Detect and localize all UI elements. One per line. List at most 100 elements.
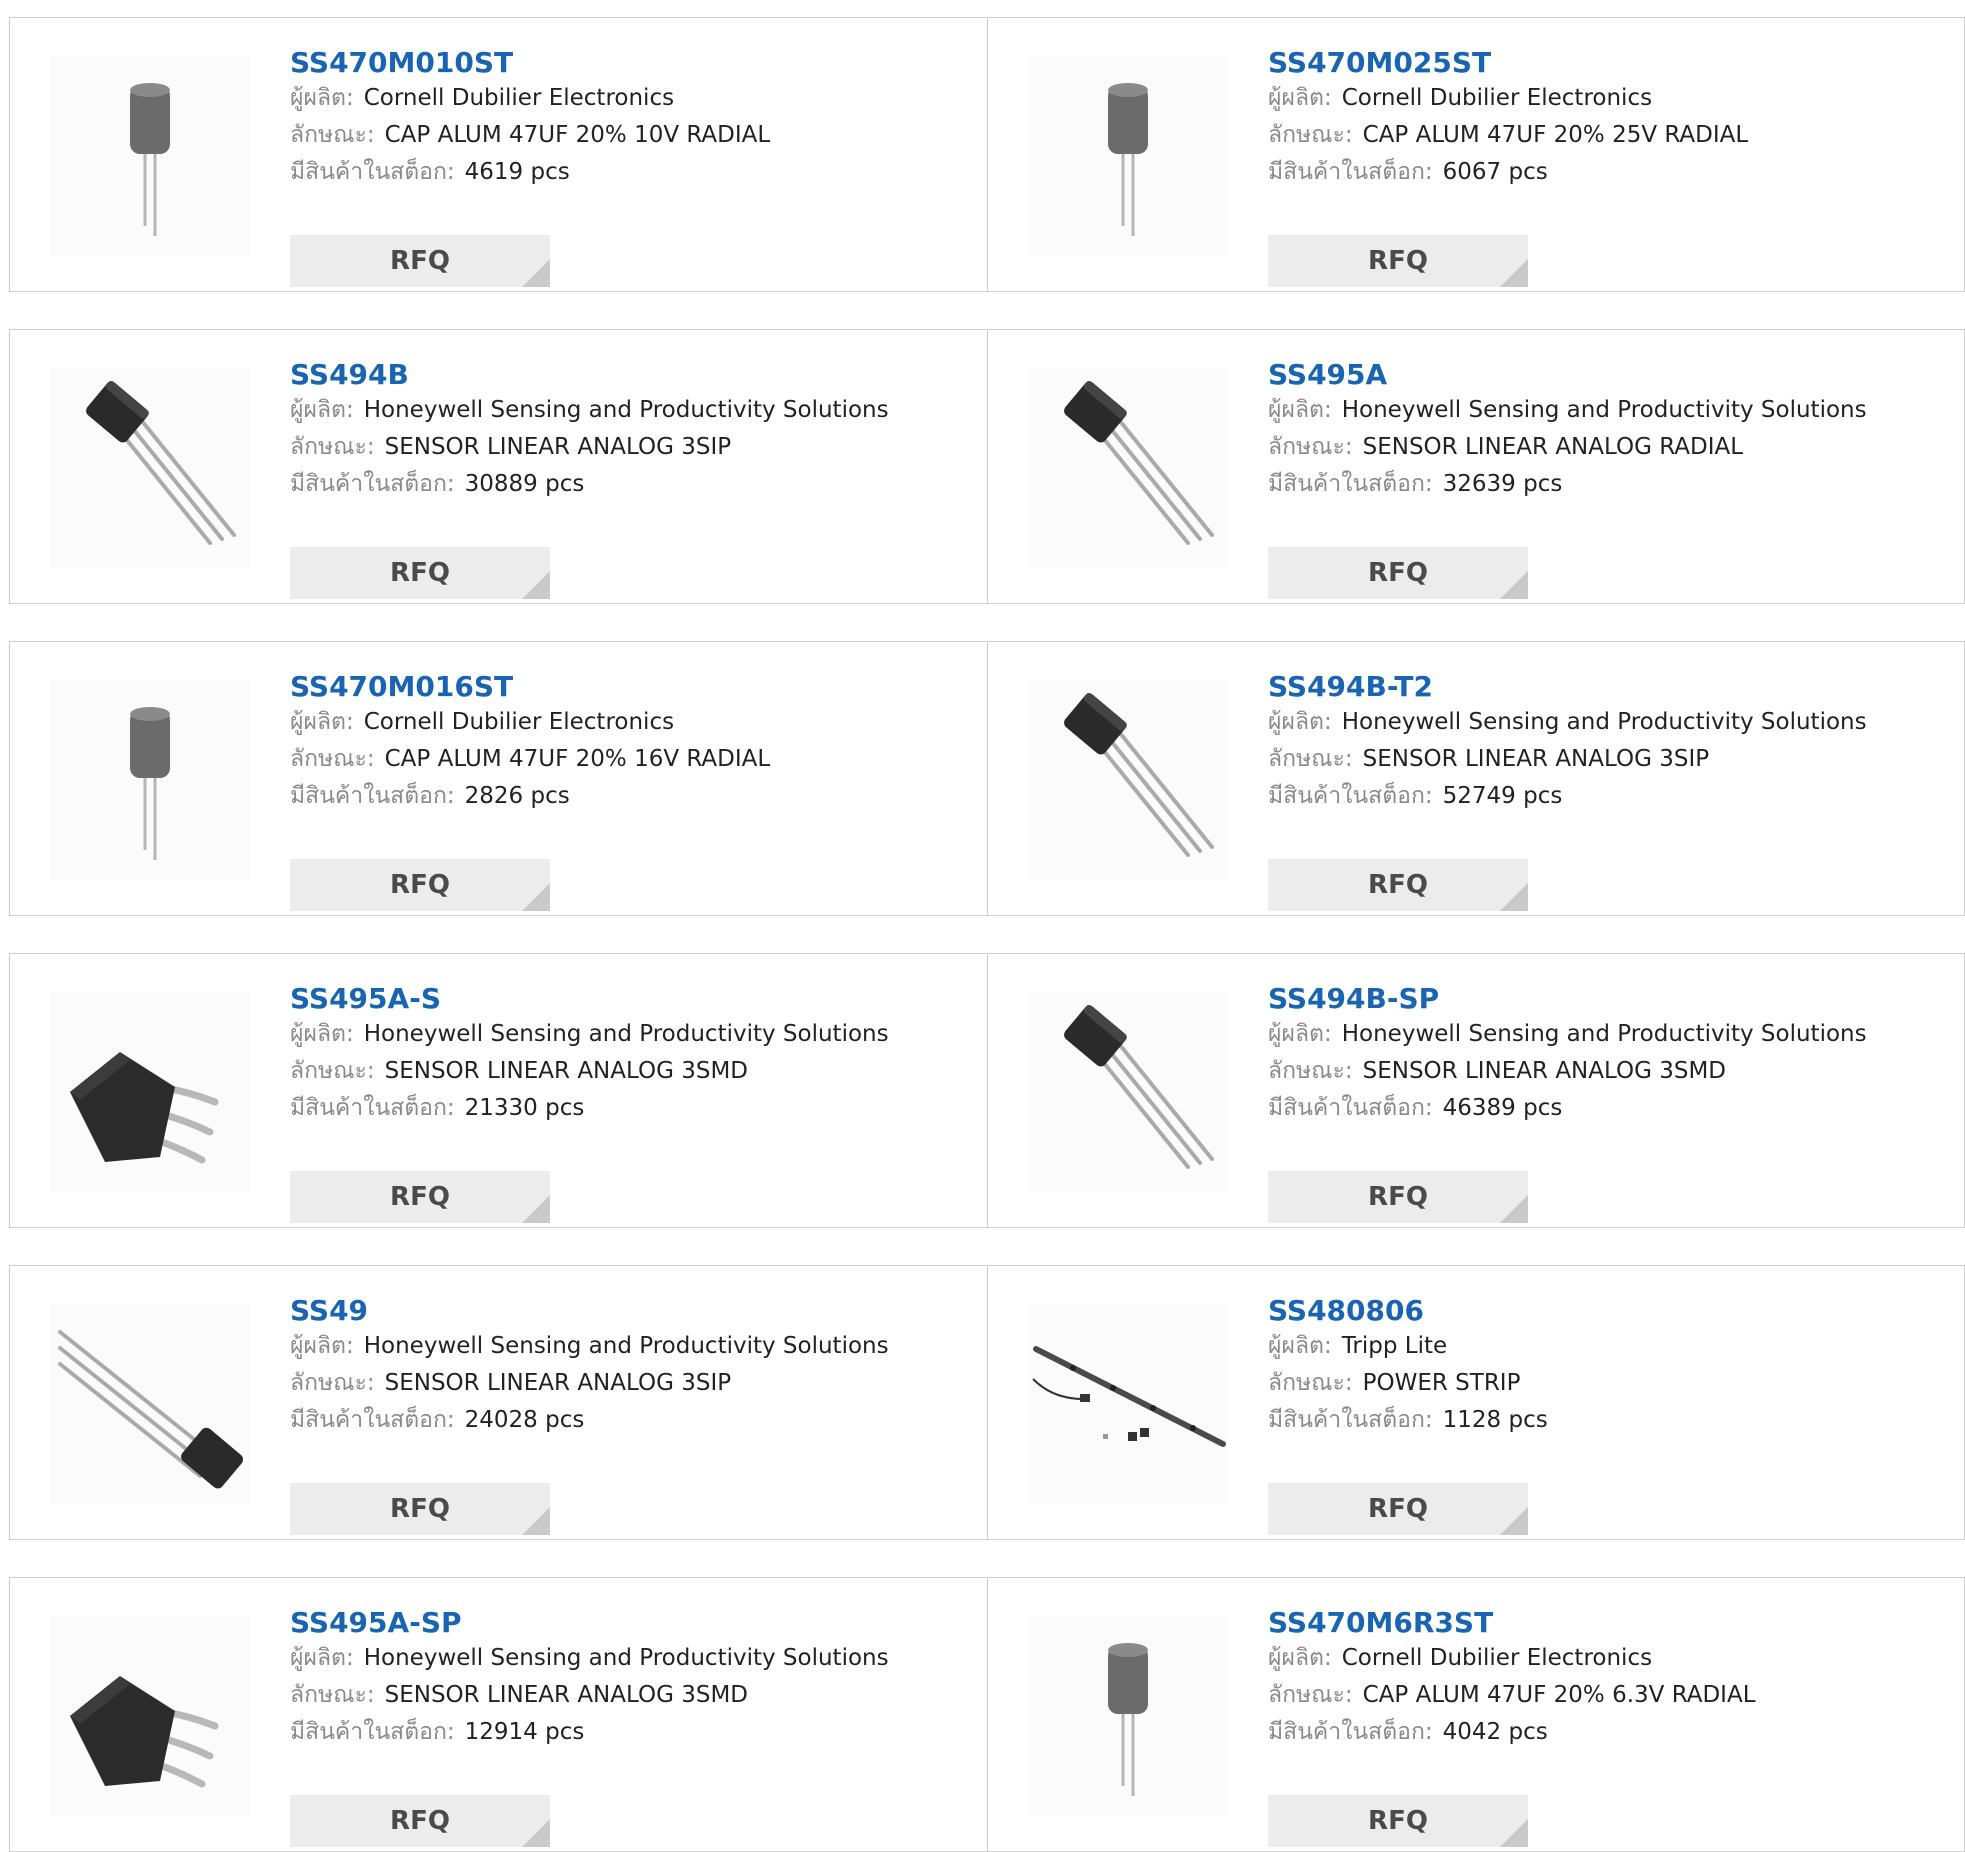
corner-triangle-icon [1500, 883, 1528, 911]
description-line: ลักษณะ: SENSOR LINEAR ANALOG 3SIP [290, 429, 977, 466]
description-value: SENSOR LINEAR ANALOG 3SIP [384, 1370, 732, 1396]
stock-line: มีสินค้าในสต็อก: 21330 pcs [290, 1090, 977, 1127]
part-number-link[interactable]: SS470M010ST [290, 46, 977, 80]
description-line: ลักษณะ: SENSOR LINEAR ANALOG 3SMD [290, 1053, 977, 1090]
product-image[interactable] [1028, 1304, 1228, 1504]
product-image[interactable] [1028, 368, 1228, 568]
stock-label: มีสินค้าในสต็อก: [1268, 1095, 1433, 1121]
product-card: SS495A ผู้ผลิต: Honeywell Sensing and Pro… [988, 330, 1965, 603]
stock-label: มีสินค้าในสต็อก: [290, 783, 455, 809]
corner-triangle-icon [1500, 1819, 1528, 1847]
product-row: SS495A-S ผู้ผลิต: Honeywell Sensing and P… [9, 953, 1965, 1228]
description-line: ลักษณะ: SENSOR LINEAR ANALOG 3SIP [290, 1365, 977, 1402]
rfq-button[interactable]: RFQ [290, 859, 550, 911]
rfq-button[interactable]: RFQ [290, 235, 550, 287]
corner-triangle-icon [522, 1819, 550, 1847]
rfq-button[interactable]: RFQ [1268, 1171, 1528, 1223]
product-image[interactable] [50, 992, 250, 1192]
part-number-link[interactable]: SS494B-SP [1268, 982, 1955, 1016]
part-number-link[interactable]: SS470M6R3ST [1268, 1606, 1955, 1640]
corner-triangle-icon [1500, 571, 1528, 599]
rfq-button[interactable]: RFQ [290, 1483, 550, 1535]
description-value: SENSOR LINEAR ANALOG 3SIP [1362, 746, 1710, 772]
product-image[interactable] [1028, 1616, 1228, 1816]
stock-label: มีสินค้าในสต็อก: [290, 1407, 455, 1433]
stock-value: 21330 pcs [464, 1095, 585, 1121]
rfq-button[interactable]: RFQ [290, 1171, 550, 1223]
stock-line: มีสินค้าในสต็อก: 32639 pcs [1268, 466, 1955, 503]
product-image[interactable] [1028, 992, 1228, 1192]
product-image[interactable] [1028, 56, 1228, 256]
rfq-button[interactable]: RFQ [1268, 1483, 1528, 1535]
rfq-label: RFQ [1368, 870, 1428, 900]
product-card: SS470M016ST ผู้ผลิต: Cornell Dubilier Ele… [10, 642, 987, 915]
product-image[interactable] [50, 680, 250, 880]
rfq-button[interactable]: RFQ [1268, 547, 1528, 599]
manufacturer-label: ผู้ผลิต: [290, 1021, 354, 1047]
manufacturer-label: ผู้ผลิต: [290, 85, 354, 111]
stock-value: 46389 pcs [1442, 1095, 1563, 1121]
part-number-link[interactable]: SS49 [290, 1294, 977, 1328]
stock-line: มีสินค้าในสต็อก: 30889 pcs [290, 466, 977, 503]
description-value: SENSOR LINEAR ANALOG 3SMD [1362, 1058, 1727, 1084]
product-image[interactable] [50, 368, 250, 568]
manufacturer-line: ผู้ผลิต: Honeywell Sensing and Productivi… [290, 1640, 977, 1677]
description-value: CAP ALUM 47UF 20% 25V RADIAL [1362, 122, 1749, 148]
description-value: SENSOR LINEAR ANALOG 3SIP [384, 434, 732, 460]
rfq-button[interactable]: RFQ [1268, 1795, 1528, 1847]
rfq-button[interactable]: RFQ [1268, 859, 1528, 911]
stock-label: มีสินค้าในสต็อก: [1268, 159, 1433, 185]
rfq-label: RFQ [1368, 246, 1428, 276]
rfq-label: RFQ [390, 558, 450, 588]
stock-value: 52749 pcs [1442, 783, 1563, 809]
rfq-label: RFQ [390, 870, 450, 900]
description-line: ลักษณะ: SENSOR LINEAR ANALOG 3SMD [290, 1677, 977, 1714]
product-image[interactable] [50, 1616, 250, 1816]
stock-line: มีสินค้าในสต็อก: 6067 pcs [1268, 154, 1955, 191]
product-image[interactable] [50, 56, 250, 256]
corner-triangle-icon [522, 571, 550, 599]
product-card: SS470M6R3ST ผู้ผลิต: Cornell Dubilier Ele… [988, 1578, 1965, 1851]
manufacturer-value: Honeywell Sensing and Productivity Solut… [363, 1021, 889, 1047]
manufacturer-label: ผู้ผลิต: [1268, 1333, 1332, 1359]
rfq-button[interactable]: RFQ [290, 1795, 550, 1847]
manufacturer-value: Cornell Dubilier Electronics [363, 85, 675, 111]
manufacturer-line: ผู้ผลิต: Honeywell Sensing and Productivi… [290, 392, 977, 429]
product-image[interactable] [50, 1304, 250, 1504]
product-card: SS494B-T2 ผู้ผลิต: Honeywell Sensing and … [988, 642, 1965, 915]
description-label: ลักษณะ: [1268, 122, 1353, 148]
stock-line: มีสินค้าในสต็อก: 4619 pcs [290, 154, 977, 191]
stock-value: 4042 pcs [1442, 1719, 1548, 1745]
part-number-link[interactable]: SS495A-SP [290, 1606, 977, 1640]
stock-label: มีสินค้าในสต็อก: [1268, 471, 1433, 497]
part-number-link[interactable]: SS495A [1268, 358, 1955, 392]
stock-line: มีสินค้าในสต็อก: 12914 pcs [290, 1714, 977, 1751]
manufacturer-value: Tripp Lite [1341, 1333, 1448, 1359]
description-label: ลักษณะ: [1268, 434, 1353, 460]
part-number-link[interactable]: SS480806 [1268, 1294, 1955, 1328]
description-value: SENSOR LINEAR ANALOG RADIAL [1362, 434, 1744, 460]
manufacturer-value: Honeywell Sensing and Productivity Solut… [363, 397, 889, 423]
part-number-link[interactable]: SS470M016ST [290, 670, 977, 704]
description-label: ลักษณะ: [290, 746, 375, 772]
corner-triangle-icon [522, 883, 550, 911]
manufacturer-value: Honeywell Sensing and Productivity Solut… [1341, 709, 1867, 735]
part-number-link[interactable]: SS470M025ST [1268, 46, 1955, 80]
part-number-link[interactable]: SS494B [290, 358, 977, 392]
description-line: ลักษณะ: SENSOR LINEAR ANALOG 3SIP [1268, 741, 1955, 778]
manufacturer-value: Cornell Dubilier Electronics [1341, 85, 1653, 111]
stock-label: มีสินค้าในสต็อก: [1268, 783, 1433, 809]
rfq-label: RFQ [390, 1182, 450, 1212]
part-number-link[interactable]: SS495A-S [290, 982, 977, 1016]
manufacturer-label: ผู้ผลิต: [1268, 1021, 1332, 1047]
manufacturer-value: Honeywell Sensing and Productivity Solut… [363, 1645, 889, 1671]
description-value: CAP ALUM 47UF 20% 6.3V RADIAL [1362, 1682, 1756, 1708]
rfq-label: RFQ [390, 1494, 450, 1524]
description-label: ลักษณะ: [290, 434, 375, 460]
product-image[interactable] [1028, 680, 1228, 880]
rfq-button[interactable]: RFQ [290, 547, 550, 599]
manufacturer-line: ผู้ผลิต: Honeywell Sensing and Productivi… [290, 1016, 977, 1053]
stock-line: มีสินค้าในสต็อก: 2826 pcs [290, 778, 977, 815]
part-number-link[interactable]: SS494B-T2 [1268, 670, 1955, 704]
rfq-button[interactable]: RFQ [1268, 235, 1528, 287]
